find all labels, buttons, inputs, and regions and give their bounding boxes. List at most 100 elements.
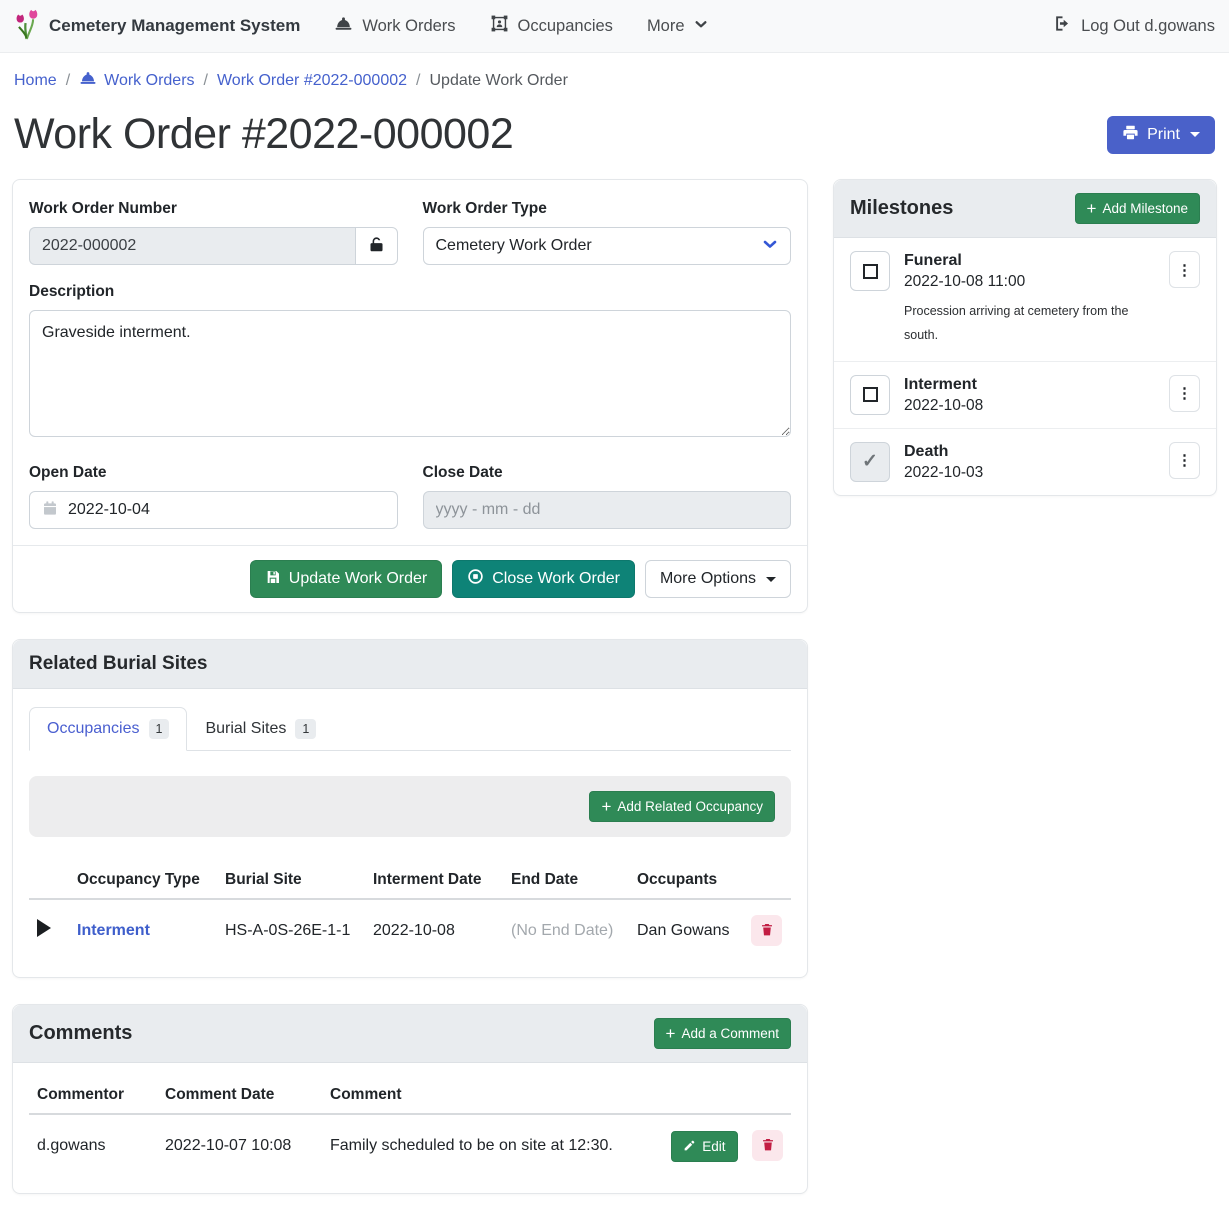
tab-occupancies[interactable]: Occupancies 1 bbox=[29, 707, 187, 751]
print-button[interactable]: Print bbox=[1107, 116, 1215, 154]
delete-occupancy-button[interactable] bbox=[751, 915, 782, 946]
hard-hat-icon bbox=[79, 69, 97, 92]
printer-icon bbox=[1122, 124, 1139, 146]
tab-burial-sites[interactable]: Burial Sites 1 bbox=[187, 707, 334, 751]
burial-site-cell: HS-A-0S-26E-1-1 bbox=[217, 899, 365, 961]
milestone-item-death: ✓ Death 2022-10-03 ⋮ bbox=[834, 428, 1216, 495]
nav-item-occupancies[interactable]: Occupancies bbox=[490, 14, 613, 38]
delete-comment-button[interactable] bbox=[752, 1130, 783, 1161]
breadcrumb-work-orders[interactable]: Work Orders bbox=[79, 69, 194, 92]
occupancy-type-link[interactable]: Interment bbox=[77, 922, 150, 939]
save-icon bbox=[265, 569, 281, 590]
interment-date-cell: 2022-10-08 bbox=[365, 899, 503, 961]
logout-button[interactable]: Log Out d.gowans bbox=[1053, 14, 1215, 38]
occupancies-table: Occupancy Type Burial Site Interment Dat… bbox=[29, 862, 791, 961]
breadcrumb-separator: / bbox=[66, 72, 70, 90]
column-header: Commentor bbox=[29, 1077, 157, 1114]
comments-title: Comments bbox=[29, 1022, 132, 1045]
expand-row-icon[interactable] bbox=[37, 919, 51, 937]
comment-cell: Family scheduled to be on site at 12:30. bbox=[322, 1114, 663, 1177]
logout-icon bbox=[1053, 14, 1072, 38]
related-burial-sites-title: Related Burial Sites bbox=[29, 653, 207, 675]
column-header: Interment Date bbox=[365, 862, 503, 899]
print-label: Print bbox=[1147, 126, 1180, 144]
milestone-menu-button[interactable]: ⋮ bbox=[1169, 375, 1200, 412]
nav-label: More bbox=[647, 17, 685, 36]
logout-label: Log Out d.gowans bbox=[1081, 17, 1215, 36]
related-tabs: Occupancies 1 Burial Sites 1 bbox=[29, 707, 791, 751]
page-title: Work Order #2022-000002 bbox=[14, 110, 513, 159]
work-order-number-group bbox=[29, 227, 398, 265]
left-column: Work Order Number bbox=[12, 179, 808, 1220]
trash-icon bbox=[760, 922, 774, 940]
kebab-icon: ⋮ bbox=[1177, 384, 1192, 402]
milestone-checkbox-checked[interactable]: ✓ bbox=[850, 442, 890, 482]
open-date-input[interactable] bbox=[68, 501, 385, 519]
milestones-card: Milestones + Add Milestone Funeral 2022-… bbox=[833, 179, 1217, 496]
form-actions: Update Work Order Close Work Order More … bbox=[13, 545, 807, 612]
work-order-type-label: Work Order Type bbox=[423, 200, 792, 218]
work-order-number-input[interactable] bbox=[29, 227, 355, 265]
kebab-icon: ⋮ bbox=[1177, 451, 1192, 469]
tulip-logo-icon bbox=[14, 8, 39, 45]
more-options-button[interactable]: More Options bbox=[645, 560, 791, 598]
work-order-type-value: Cemetery Work Order bbox=[436, 237, 592, 255]
close-date-input[interactable] bbox=[423, 491, 792, 529]
column-header: End Date bbox=[503, 862, 629, 899]
close-work-order-button[interactable]: Close Work Order bbox=[452, 560, 635, 598]
unlock-button[interactable] bbox=[355, 227, 397, 265]
breadcrumb-home[interactable]: Home bbox=[14, 72, 57, 90]
end-date-cell: (No End Date) bbox=[503, 899, 629, 961]
kebab-icon: ⋮ bbox=[1177, 261, 1192, 279]
edit-comment-button[interactable]: Edit bbox=[671, 1131, 737, 1162]
chevron-down-icon bbox=[762, 236, 778, 257]
open-date-label: Open Date bbox=[29, 464, 398, 482]
milestone-item-funeral: Funeral 2022-10-08 11:00 Procession arri… bbox=[834, 238, 1216, 361]
column-header: Burial Site bbox=[217, 862, 365, 899]
stop-circle-icon bbox=[467, 568, 484, 590]
column-header: Occupants bbox=[629, 862, 743, 899]
plus-icon: + bbox=[666, 1025, 676, 1042]
tab-count-badge: 1 bbox=[149, 719, 170, 739]
comment-date-cell: 2022-10-07 10:08 bbox=[157, 1114, 322, 1177]
milestone-checkbox[interactable] bbox=[850, 375, 890, 415]
plus-icon: + bbox=[1087, 200, 1097, 217]
right-column: Milestones + Add Milestone Funeral 2022-… bbox=[833, 179, 1217, 522]
occupancy-toolbar: + Add Related Occupancy bbox=[29, 776, 791, 837]
pencil-icon bbox=[683, 1139, 696, 1155]
trash-icon bbox=[761, 1137, 775, 1155]
work-order-type-select[interactable]: Cemetery Work Order bbox=[423, 227, 792, 265]
tab-count-badge: 1 bbox=[295, 719, 316, 739]
description-label: Description bbox=[29, 283, 791, 301]
main-content: Work Order Number bbox=[0, 179, 1229, 1220]
milestone-menu-button[interactable]: ⋮ bbox=[1169, 442, 1200, 479]
nav-item-more[interactable]: More bbox=[647, 17, 708, 36]
milestone-name: Death bbox=[904, 443, 1155, 461]
open-date-group bbox=[29, 491, 398, 529]
milestone-menu-button[interactable]: ⋮ bbox=[1169, 251, 1200, 288]
breadcrumb-separator: / bbox=[204, 72, 208, 90]
work-order-form-card: Work Order Number bbox=[12, 179, 808, 613]
check-icon: ✓ bbox=[862, 452, 878, 471]
milestone-checkbox[interactable] bbox=[850, 251, 890, 291]
occupancy-row: Interment HS-A-0S-26E-1-1 2022-10-08 (No… bbox=[29, 899, 791, 961]
description-textarea[interactable] bbox=[29, 310, 791, 437]
caret-down-icon bbox=[766, 577, 776, 582]
breadcrumb-work-order-number[interactable]: Work Order #2022-000002 bbox=[217, 72, 407, 90]
work-order-number-label: Work Order Number bbox=[29, 200, 398, 218]
add-comment-button[interactable]: + Add a Comment bbox=[654, 1018, 791, 1049]
column-header: Comment bbox=[322, 1077, 663, 1114]
app-brand[interactable]: Cemetery Management System bbox=[14, 8, 300, 45]
chevron-down-icon bbox=[694, 17, 708, 36]
commentor-cell: d.gowans bbox=[29, 1114, 157, 1177]
milestone-item-interment: Interment 2022-10-08 ⋮ bbox=[834, 361, 1216, 428]
close-date-label: Close Date bbox=[423, 464, 792, 482]
nav-item-work-orders[interactable]: Work Orders bbox=[334, 14, 455, 38]
breadcrumb-separator: / bbox=[416, 72, 420, 90]
add-related-occupancy-button[interactable]: + Add Related Occupancy bbox=[589, 791, 775, 822]
related-burial-sites-card: Related Burial Sites Occupancies 1 Buria… bbox=[12, 639, 808, 978]
milestone-date: 2022-10-08 bbox=[904, 397, 1155, 415]
add-milestone-button[interactable]: + Add Milestone bbox=[1075, 193, 1201, 224]
column-header: Occupancy Type bbox=[69, 862, 217, 899]
update-work-order-button[interactable]: Update Work Order bbox=[250, 560, 442, 598]
